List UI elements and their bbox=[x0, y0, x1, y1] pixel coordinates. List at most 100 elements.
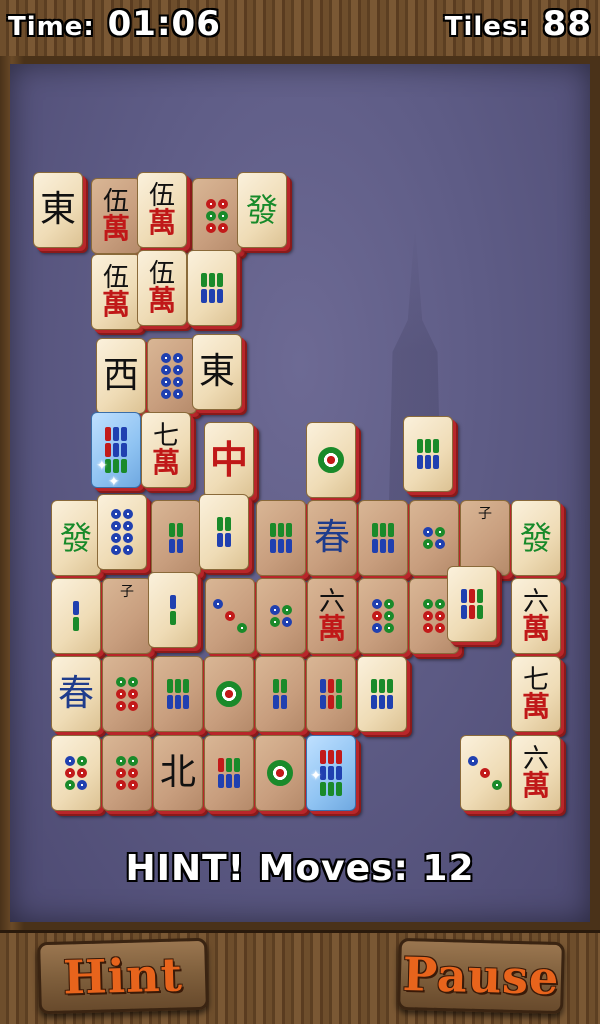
bamboo-stick bbox=[273, 679, 279, 693]
dot-pip bbox=[111, 545, 121, 555]
mahjong-tile-red-dragon[interactable]: 中 bbox=[204, 422, 254, 498]
mahjong-tile-bamboo[interactable] bbox=[447, 566, 497, 642]
tiles-counter: Tiles: 88 bbox=[445, 4, 592, 44]
dot-pip bbox=[173, 365, 183, 375]
mahjong-tile-north[interactable]: 北 bbox=[153, 735, 203, 811]
pause-button[interactable]: Pause bbox=[397, 937, 565, 1015]
bamboo-stick bbox=[167, 679, 173, 693]
tile-face bbox=[73, 601, 79, 631]
mahjong-tile-six-wan[interactable]: 六萬 bbox=[511, 735, 561, 811]
bamboo-stick bbox=[469, 589, 475, 603]
bamboo-stick bbox=[225, 517, 231, 531]
mahjong-tile-one-bamboo[interactable]: 子 bbox=[102, 578, 152, 654]
mahjong-tile-bamboo[interactable] bbox=[187, 250, 237, 326]
mahjong-tile-dots[interactable] bbox=[147, 338, 197, 414]
mahjong-tile-green-dragon[interactable]: 發 bbox=[51, 500, 101, 576]
bamboo-stick bbox=[336, 766, 342, 780]
mahjong-tile-seven-wan[interactable]: 七萬 bbox=[511, 656, 561, 732]
timer: Time: 01:06 bbox=[8, 4, 221, 44]
top-hud: Time: 01:06 Tiles: 88 bbox=[0, 0, 600, 59]
tile-face bbox=[217, 517, 231, 547]
hint-button[interactable]: Hint bbox=[37, 937, 209, 1015]
mahjong-tile-five-wan[interactable]: 伍萬 bbox=[137, 172, 187, 248]
mahjong-tile-bamboo[interactable] bbox=[403, 416, 453, 492]
mahjong-tile-dots[interactable] bbox=[51, 735, 101, 811]
mahjong-tile-dots[interactable] bbox=[97, 494, 147, 570]
bamboo-stick bbox=[278, 539, 284, 553]
dot-pip bbox=[492, 780, 502, 790]
mahjong-tile-one-dot[interactable] bbox=[255, 735, 305, 811]
mahjong-tile-five-wan[interactable]: 伍萬 bbox=[137, 250, 187, 326]
mahjong-tile-dots[interactable] bbox=[205, 578, 255, 654]
tile-face bbox=[206, 199, 228, 233]
mahjong-tile-east[interactable]: 東 bbox=[33, 172, 83, 248]
mahjong-tile-dots[interactable] bbox=[358, 578, 408, 654]
mahjong-tile-bamboo[interactable] bbox=[358, 500, 408, 576]
bamboo-stick bbox=[170, 595, 176, 609]
time-value: 01:06 bbox=[107, 4, 221, 44]
mahjong-tile-one-dot[interactable] bbox=[204, 656, 254, 732]
tile-face: 萬 bbox=[151, 446, 180, 479]
dot-pip bbox=[282, 617, 292, 627]
mahjong-tile-five-wan[interactable]: 伍萬 bbox=[91, 178, 141, 254]
dot-pip bbox=[128, 689, 138, 699]
mahjong-tile-green-dragon[interactable]: 發 bbox=[237, 172, 287, 248]
mahjong-tile-six-wan[interactable]: 六萬 bbox=[307, 578, 357, 654]
dot-pip bbox=[435, 599, 445, 609]
tile-face: 七萬 bbox=[522, 667, 550, 721]
mahjong-tile-dots[interactable] bbox=[256, 578, 306, 654]
mahjong-tile-one-dot[interactable] bbox=[306, 422, 356, 498]
bamboo-stick bbox=[113, 443, 119, 457]
mahjong-tile-east[interactable]: 東 bbox=[192, 334, 242, 410]
mahjong-tile-spring[interactable]: 春 bbox=[307, 500, 357, 576]
tile-face: 發 bbox=[519, 519, 552, 557]
mahjong-tile-bamboo[interactable] bbox=[256, 500, 306, 576]
mahjong-tile-bamboo[interactable] bbox=[151, 500, 201, 576]
bamboo-stick bbox=[105, 443, 111, 457]
mahjong-tile-bamboo[interactable] bbox=[51, 578, 101, 654]
dot-pip bbox=[161, 389, 171, 399]
mahjong-tile-bamboo[interactable] bbox=[153, 656, 203, 732]
tile-face: 子 bbox=[120, 584, 134, 600]
bamboo-stick bbox=[225, 533, 231, 547]
dot-pip bbox=[116, 677, 126, 687]
sparkle-icon: ✦ bbox=[310, 768, 322, 784]
mahjong-tile-dots[interactable] bbox=[192, 178, 242, 254]
dot-pip bbox=[123, 533, 133, 543]
time-label: Time: bbox=[8, 12, 95, 42]
mahjong-tile-seven-wan[interactable]: 七萬 bbox=[141, 412, 191, 488]
mahjong-tile-west[interactable]: 西 bbox=[96, 338, 146, 414]
bamboo-stick bbox=[105, 427, 111, 441]
bamboo-stick bbox=[177, 539, 183, 553]
mahjong-tile-bamboo[interactable] bbox=[357, 656, 407, 732]
pause-button-label: Pause bbox=[401, 946, 561, 1006]
bamboo-stick bbox=[425, 455, 431, 469]
bamboo-stick bbox=[380, 539, 386, 553]
mahjong-tile-dots[interactable] bbox=[460, 735, 510, 811]
mahjong-tile-bamboo[interactable] bbox=[255, 656, 305, 732]
tile-face bbox=[65, 756, 87, 790]
bamboo-stick bbox=[328, 766, 334, 780]
dot-pip bbox=[372, 611, 382, 621]
mahjong-tile-dots[interactable] bbox=[102, 735, 152, 811]
status-text: HINT! Moves: 12 bbox=[125, 848, 475, 889]
mahjong-tile-bamboo[interactable] bbox=[148, 572, 198, 648]
dot-pip bbox=[213, 599, 223, 609]
bamboo-stick bbox=[73, 601, 79, 615]
mahjong-tile-five-wan[interactable]: 伍萬 bbox=[91, 254, 141, 330]
tile-face: 伍萬 bbox=[148, 261, 176, 315]
mahjong-tile-spring[interactable]: 春 bbox=[51, 656, 101, 732]
mahjong-tile-dots[interactable] bbox=[409, 500, 459, 576]
mahjong-tile-bamboo[interactable] bbox=[306, 656, 356, 732]
sparkle-icon: ✦ bbox=[96, 458, 108, 474]
mahjong-tile-dots[interactable] bbox=[102, 656, 152, 732]
mahjong-tile-bamboo[interactable] bbox=[204, 735, 254, 811]
bamboo-stick bbox=[201, 289, 207, 303]
mahjong-tile-bamboo[interactable] bbox=[199, 494, 249, 570]
tile-face bbox=[161, 353, 183, 399]
bamboo-stick bbox=[387, 695, 393, 709]
mahjong-tile-one-bamboo[interactable]: 子 bbox=[460, 500, 510, 576]
mahjong-tile-green-dragon[interactable]: 發 bbox=[511, 500, 561, 576]
bamboo-stick bbox=[379, 695, 385, 709]
mahjong-tile-six-wan[interactable]: 六萬 bbox=[511, 578, 561, 654]
